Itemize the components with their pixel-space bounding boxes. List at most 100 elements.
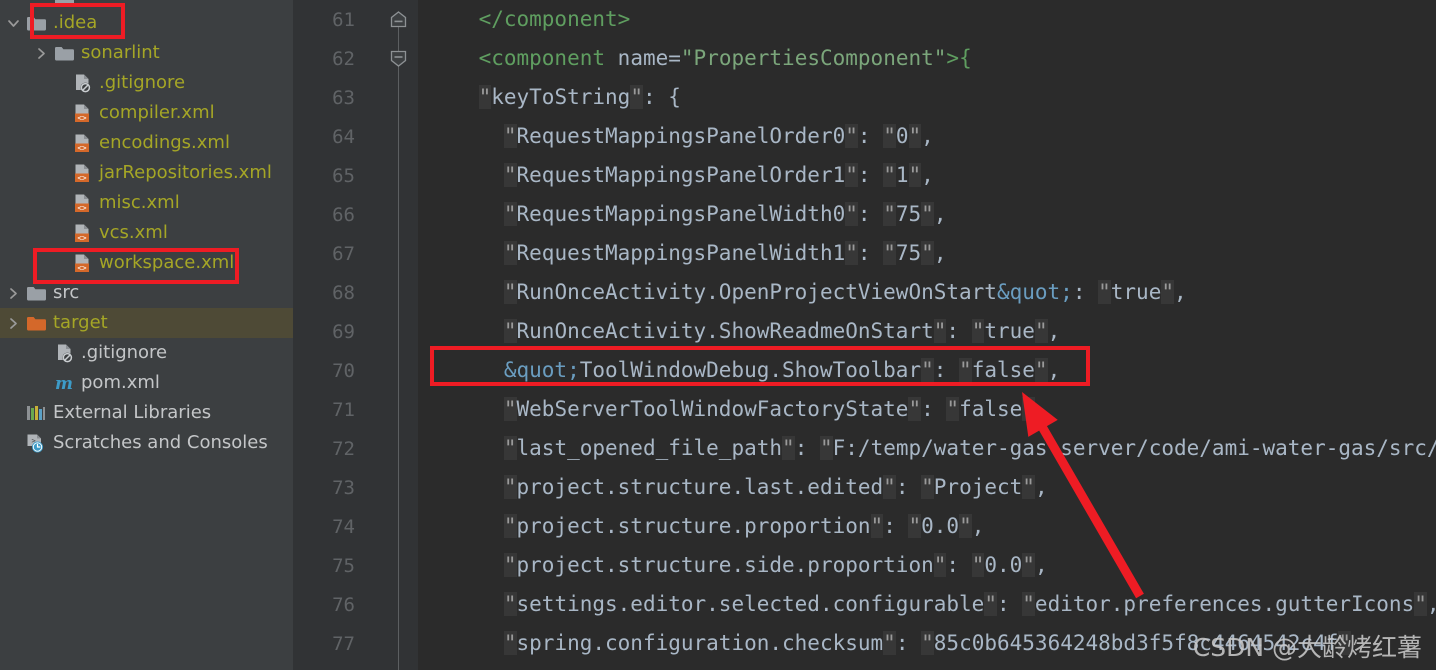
tree-item-scratches-consoles[interactable]: > Scratches and Consoles (0, 428, 293, 458)
code-token: : (794, 436, 820, 460)
scratches-icon: > (24, 432, 48, 454)
code-token: " (933, 553, 947, 577)
code-content[interactable]: </component> <component name="Properties… (418, 0, 1436, 670)
code-line[interactable]: "keyToString": { (418, 78, 1436, 117)
code-line[interactable]: "project.structure.side.proportion": "0.… (418, 546, 1436, 585)
code-token: : (857, 124, 884, 148)
tree-item-misc-xml[interactable]: <> misc.xml (0, 188, 293, 218)
code-line[interactable]: "RunOnceActivity.OpenProjectViewOnStart&… (418, 273, 1436, 312)
tree-item-idea[interactable]: .idea (0, 8, 293, 38)
tree-item-workspace-xml[interactable]: <> workspace.xml (0, 248, 293, 278)
code-token: : (1072, 280, 1099, 304)
code-line[interactable]: </component> (418, 0, 1436, 39)
chevron-right-icon[interactable] (30, 38, 52, 68)
line-number: 65 (332, 164, 355, 187)
code-token: &quot; (996, 280, 1073, 304)
code-token: : (857, 241, 884, 265)
code-token: " (908, 163, 922, 187)
code-token: " (845, 241, 858, 265)
code-token: Project (933, 475, 1023, 499)
tree-item-encodings-xml[interactable]: <> encodings.xml (0, 128, 293, 158)
project-tool-window[interactable]: .idea sonarlint .gitignore <> compiler.xml <>… (0, 0, 293, 670)
code-line[interactable]: "RequestMappingsPanelOrder1": "1", (418, 156, 1436, 195)
code-token: " (1022, 592, 1035, 616)
code-line[interactable]: "RunOnceActivity.ShowReadmeOnStart": "tr… (418, 312, 1436, 351)
code-token: " (503, 592, 517, 616)
tree-item-src[interactable]: src (0, 278, 293, 308)
line-number: 69 (332, 320, 355, 343)
code-editor[interactable]: 61 62 63 64 65 66 67 68 69 70 71 72 73 74 75 76 77 (293, 0, 1436, 670)
tree-item-external-libraries[interactable]: External Libraries (0, 398, 293, 428)
tree-item-jarrepositories-xml[interactable]: <> jarRepositories.xml (0, 158, 293, 188)
code-token: : (996, 592, 1023, 616)
code-line[interactable]: "RequestMappingsPanelWidth0": "75", (418, 195, 1436, 234)
chevron-down-icon[interactable] (2, 8, 24, 38)
code-token: " (845, 124, 858, 148)
tree-item-gitignore-idea[interactable]: .gitignore (0, 68, 293, 98)
code-token: project.structure.last.edited (516, 475, 884, 499)
code-line[interactable]: "settings.editor.selected.configurable":… (418, 585, 1436, 624)
line-number: 76 (332, 593, 355, 616)
tree-item-label: pom.xml (81, 372, 160, 393)
svg-text:<>: <> (77, 143, 87, 152)
code-token: spring.configuration.checksum (516, 631, 884, 655)
code-token: , (1174, 280, 1187, 304)
code-token: " (883, 202, 896, 226)
code-token: " (503, 553, 517, 577)
svg-text:<>: <> (77, 233, 87, 242)
code-token: , (921, 163, 934, 187)
line-number: 61 (332, 8, 355, 31)
gitignore-file-icon (70, 72, 94, 94)
code-token: >{ (946, 46, 972, 70)
code-token: : (857, 202, 884, 226)
code-token: , (933, 241, 947, 265)
code-line-highlighted[interactable]: &quot;ToolWindowDebug.ShowToolbar": "fal… (418, 351, 1436, 390)
code-token: " (503, 319, 517, 343)
chevron-right-icon[interactable] (2, 308, 24, 338)
tree-item-label: .gitignore (81, 342, 168, 363)
svg-text:<>: <> (77, 203, 87, 212)
tree-item-label: jarRepositories.xml (99, 162, 272, 183)
code-token: " (1022, 553, 1035, 577)
line-number: 70 (332, 359, 355, 382)
project-tree[interactable]: .idea sonarlint .gitignore <> compiler.xml <>… (0, 0, 293, 458)
folder-icon (24, 282, 48, 304)
code-token: : (895, 631, 922, 655)
tree-item-vcs-xml[interactable]: <> vcs.xml (0, 218, 293, 248)
code-line[interactable]: <component name="PropertiesComponent">{ (418, 39, 1436, 78)
code-line[interactable]: "RequestMappingsPanelOrder0": "0", (418, 117, 1436, 156)
code-token: : (933, 358, 960, 382)
line-number: 71 (332, 398, 355, 421)
chevron-right-icon[interactable] (2, 278, 24, 308)
svg-text:<>: <> (77, 173, 87, 182)
code-line[interactable]: "RequestMappingsPanelWidth1": "75", (418, 234, 1436, 273)
code-line[interactable]: "WebServerToolWindowFactoryState": "fals… (418, 390, 1436, 429)
code-token: " (845, 163, 858, 187)
tree-item-gitignore-root[interactable]: .gitignore (0, 338, 293, 368)
tree-item-compiler-xml[interactable]: <> compiler.xml (0, 98, 293, 128)
code-token: <component (478, 46, 606, 70)
code-line[interactable]: "project.structure.last.edited": "Projec… (418, 468, 1436, 507)
gitignore-file-icon (52, 342, 76, 364)
code-token: " (921, 475, 934, 499)
code-token: settings.editor.selected.configurable (516, 592, 985, 616)
tree-item-clipped-top[interactable] (0, 0, 293, 8)
code-token: , (921, 124, 934, 148)
tree-item-pom-xml[interactable]: m pom.xml (0, 368, 293, 398)
tree-item-target[interactable]: target (0, 308, 293, 338)
tree-item-sonarlint[interactable]: sonarlint (0, 38, 293, 68)
editor-gutter[interactable]: 61 62 63 64 65 66 67 68 69 70 71 72 73 74 75 76 77 (293, 0, 418, 670)
tree-item-label: compiler.xml (99, 102, 215, 123)
code-line[interactable]: "last_opened_file_path": "F:/temp/water-… (418, 429, 1436, 468)
code-line[interactable]: "project.structure.proportion": "0.0", (418, 507, 1436, 546)
line-number-column: 61 62 63 64 65 66 67 68 69 70 71 72 73 74 75 76 77 (293, 0, 418, 663)
